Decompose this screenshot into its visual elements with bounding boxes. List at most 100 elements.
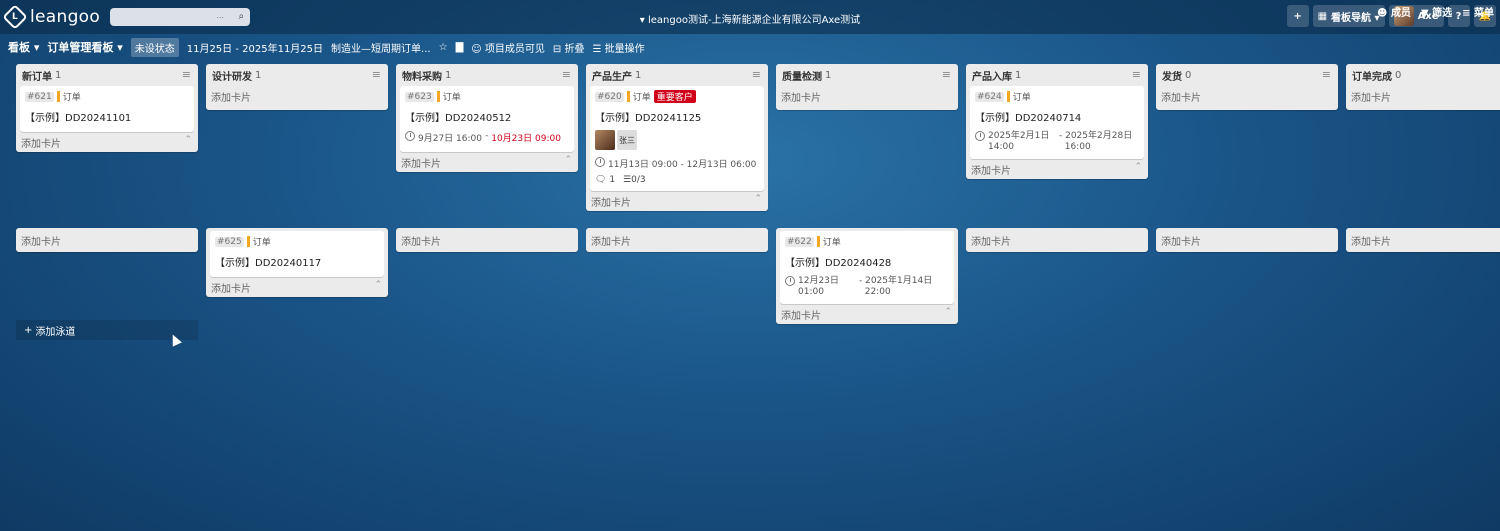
collapse-up-icon[interactable]: ⌃ bbox=[1134, 162, 1142, 172]
list-menu-icon[interactable]: ≡ bbox=[1132, 68, 1141, 81]
tag-color bbox=[626, 91, 630, 102]
clock-icon bbox=[785, 276, 795, 286]
list-menu-icon[interactable]: ≡ bbox=[752, 68, 761, 81]
lane2-shipping: 添加卡片 bbox=[1156, 228, 1338, 252]
chart-icon[interactable]: ▇ bbox=[456, 42, 464, 53]
collapse-up-icon[interactable]: ⌃ bbox=[564, 155, 572, 165]
add-card-button[interactable]: 添加卡片 bbox=[586, 228, 768, 252]
add-card-button[interactable]: 添加卡片 ⌃ bbox=[966, 159, 1148, 179]
lane2-production: 添加卡片 bbox=[586, 228, 768, 252]
search-icon[interactable]: ⌕ bbox=[238, 11, 244, 22]
add-card-button[interactable]: 添加卡片 ⌃ bbox=[776, 304, 958, 324]
tag-color bbox=[56, 91, 60, 102]
lane2-purchasing: 添加卡片 bbox=[396, 228, 578, 252]
add-card-button[interactable]: 添加卡片 bbox=[1156, 228, 1338, 252]
add-button[interactable]: + bbox=[1286, 5, 1309, 27]
people-icon: ☺ bbox=[471, 43, 482, 55]
clock-icon bbox=[595, 157, 605, 167]
batch-button[interactable]: ☰ 批量操作 bbox=[592, 40, 644, 55]
list-menu-icon[interactable]: ≡ bbox=[562, 68, 571, 81]
board-nav-button[interactable]: ▦ 看板导航 ▾ bbox=[1312, 5, 1385, 27]
star-icon[interactable]: ☆ bbox=[439, 42, 448, 53]
person-icon: ☻ bbox=[1377, 8, 1388, 19]
list-done: 订单完成 0 添加卡片 bbox=[1346, 64, 1500, 110]
minus-icon: ⊟ bbox=[552, 43, 562, 55]
add-card-button[interactable]: 添加卡片 bbox=[1156, 86, 1338, 106]
collapse-up-icon[interactable]: ⌃ bbox=[944, 307, 952, 317]
add-card-button[interactable]: 添加卡片 bbox=[966, 228, 1148, 252]
card-620[interactable]: #620 订单 重要客户 【示例】DD20241125 张三 11月13日 09:0… bbox=[590, 86, 764, 191]
tag-color bbox=[246, 236, 250, 247]
card-624[interactable]: #624 订单 【示例】DD20240714 2025年2月1日 14:00- 20… bbox=[970, 86, 1144, 159]
menu-button[interactable]: ≡ 菜单 bbox=[1462, 4, 1494, 19]
add-card-button[interactable]: 添加卡片 bbox=[396, 228, 578, 252]
add-card-button[interactable]: 添加卡片 ⌃ bbox=[206, 277, 388, 297]
list-qa: 质量检测 1 ≡ 添加卡片 bbox=[776, 64, 958, 110]
list-menu-icon[interactable]: ≡ bbox=[372, 68, 381, 81]
card-621[interactable]: #621 订单 【示例】DD20241101 bbox=[20, 86, 194, 132]
logo[interactable]: L leangoo bbox=[2, 4, 101, 30]
view-switcher[interactable]: 看板 ▾ bbox=[8, 39, 39, 55]
lane2-new-order: 添加卡片 bbox=[16, 228, 198, 252]
list-design: 设计研发 1 ≡ 添加卡片 bbox=[206, 64, 388, 110]
card-625[interactable]: #625 订单 【示例】DD20240117 bbox=[210, 231, 384, 277]
board-description[interactable]: 制造业—短周期订单... bbox=[331, 40, 431, 55]
collapse-up-icon[interactable]: ⌃ bbox=[374, 280, 382, 290]
tag-color bbox=[436, 91, 440, 102]
collapse-button[interactable]: ⊟ 折叠 bbox=[553, 40, 585, 55]
board-title[interactable]: 订单管理看板 ▾ bbox=[47, 39, 122, 55]
add-card-button[interactable]: 添加卡片 bbox=[16, 228, 198, 252]
list-warehouse: 产品入库 1 ≡ #624 订单 【示例】DD20240714 2025年2月1日 14… bbox=[966, 64, 1148, 179]
search-input[interactable]: ... ⌕ bbox=[110, 8, 251, 26]
list-icon: ☰ bbox=[592, 43, 602, 55]
search-more: ... bbox=[216, 11, 225, 20]
board-nav-label: 看板导航 ▾ bbox=[1331, 12, 1380, 24]
filter-button[interactable]: ▼ 筛选 bbox=[1421, 4, 1452, 19]
list-purchasing: 物料采购 1 ≡ #623 订单 【示例】DD20240512 9月27日 16:00… bbox=[396, 64, 578, 172]
lane2-qa: #622 订单 【示例】DD20240428 12月23日 01:00- 2025年… bbox=[776, 228, 958, 324]
lane2-done: 添加卡片 bbox=[1346, 228, 1500, 252]
add-card-button[interactable]: 添加卡片 ⌃ bbox=[396, 152, 578, 172]
plus-icon: + bbox=[24, 324, 33, 336]
grid-icon: ▦ bbox=[1317, 10, 1328, 22]
card-623[interactable]: #623 订单 【示例】DD20240512 9月27日 16:00 - 10月2… bbox=[400, 86, 574, 152]
leangoo-logo-icon: L bbox=[2, 4, 28, 30]
clock-icon bbox=[405, 131, 415, 141]
logo-text: leangoo bbox=[30, 7, 101, 27]
member-avatar[interactable] bbox=[595, 130, 615, 150]
collapse-up-icon[interactable]: ⌃ bbox=[754, 194, 762, 204]
collapse-up-icon[interactable]: ⌃ bbox=[184, 135, 192, 145]
vip-badge: 重要客户 bbox=[653, 90, 696, 103]
checklist-count: ☰0/3 bbox=[623, 175, 646, 185]
members-button[interactable]: ☻ 成员 bbox=[1377, 4, 1411, 19]
board-status[interactable]: 未设状态 bbox=[130, 37, 179, 57]
visibility-button[interactable]: ☺ 项目成员可见 bbox=[471, 40, 545, 55]
add-card-button[interactable]: 添加卡片 bbox=[776, 86, 958, 106]
lane2-design: #625 订单 【示例】DD20240117 添加卡片 ⌃ bbox=[206, 228, 388, 297]
checklist-icon: ☰ bbox=[623, 175, 632, 185]
top-navbar: L leangoo ... ⌕ + ▦ 看板导航 ▾ Axe ? 🔔 bbox=[0, 0, 1500, 34]
list-menu-icon[interactable]: ≡ bbox=[1322, 68, 1331, 81]
list-menu-icon[interactable]: ≡ bbox=[942, 68, 951, 81]
add-card-button[interactable]: 添加卡片 bbox=[206, 86, 388, 106]
add-card-button[interactable]: 添加卡片 bbox=[1346, 228, 1500, 252]
list-new-order: 新订单 1 ≡ #621 订单 【示例】DD20241101 添加卡片 ⌃ bbox=[16, 64, 198, 152]
add-card-button[interactable]: 添加卡片 bbox=[1346, 86, 1500, 106]
card-622[interactable]: #622 订单 【示例】DD20240428 12月23日 01:00- 2025年… bbox=[780, 231, 954, 304]
add-card-button[interactable]: 添加卡片 ⌃ bbox=[586, 191, 768, 211]
list-shipping: 发货 0 ≡ 添加卡片 bbox=[1156, 64, 1338, 110]
tag-color bbox=[1006, 91, 1010, 102]
comment-count: 🗨 1 bbox=[595, 175, 616, 185]
list-menu-icon[interactable]: ≡ bbox=[182, 68, 191, 81]
hamburger-icon: ≡ bbox=[1462, 8, 1471, 19]
board-date-range[interactable]: 11月25日 - 2025年11月25日 bbox=[187, 40, 323, 55]
board-toolbar: 看板 ▾ 订单管理看板 ▾ 未设状态 11月25日 - 2025年11月25日 … bbox=[0, 36, 1500, 58]
clock-icon bbox=[975, 131, 985, 141]
lane2-warehouse: 添加卡片 bbox=[966, 228, 1148, 252]
filter-icon: ▼ bbox=[1420, 8, 1429, 19]
member-zhangsan[interactable]: 张三 bbox=[617, 130, 637, 150]
comment-icon: 🗨 bbox=[595, 175, 607, 185]
list-production: 产品生产 1 ≡ #620 订单 重要客户 【示例】DD20241125 张三 11月1… bbox=[586, 64, 768, 211]
tag-color bbox=[816, 236, 820, 247]
add-card-button[interactable]: 添加卡片 ⌃ bbox=[16, 132, 198, 152]
